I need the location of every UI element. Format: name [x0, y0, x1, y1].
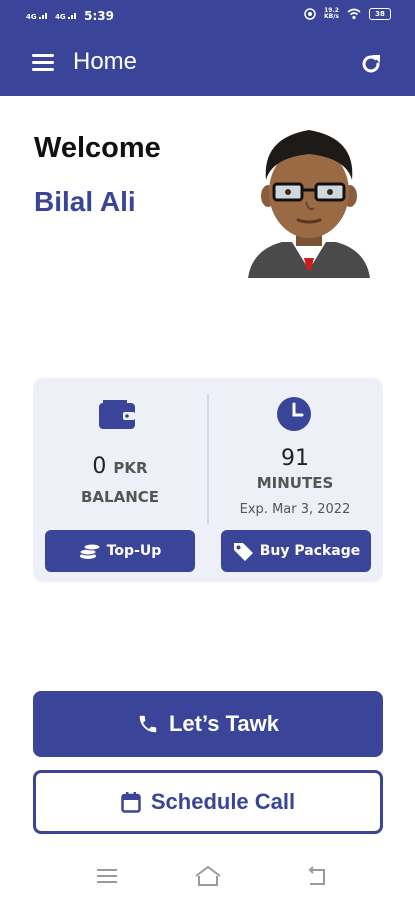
minutes-label: MINUTES: [256, 474, 334, 492]
tag-icon: [233, 543, 253, 561]
network-2-label: 4G: [55, 13, 66, 21]
network-1-label: 4G: [26, 13, 37, 21]
back-nav-icon[interactable]: [302, 864, 332, 888]
signal-1-icon: 4G: [26, 11, 49, 21]
clock-icon: [277, 397, 311, 431]
calendar-icon: [121, 792, 141, 813]
avatar: [248, 130, 370, 278]
user-name: Bilal Ali: [34, 186, 136, 217]
wallet-icon: [99, 400, 135, 429]
home-nav-icon[interactable]: [193, 864, 223, 888]
welcome-heading: Welcome: [34, 132, 161, 164]
wifi-icon: [347, 8, 361, 20]
balance-value: 0: [92, 454, 107, 479]
hamburger-menu-icon[interactable]: [32, 54, 54, 74]
recent-apps-icon[interactable]: [92, 864, 122, 888]
speed-unit: KB/s: [324, 13, 339, 20]
minutes-value: 91: [281, 446, 309, 471]
lets-tawk-label: Let’s Tawk: [168, 711, 280, 736]
lets-tawk-button[interactable]: Let’s Tawk: [33, 691, 383, 757]
app-bar: 4G 4G 5:39 19.2 KB/s 38 Home: [0, 0, 415, 96]
vpn-icon: [304, 8, 316, 20]
battery-icon: 38: [369, 8, 391, 20]
balance-unit: PKR: [113, 459, 148, 477]
top-up-label: Top-Up: [106, 543, 162, 559]
balance-label: BALANCE: [80, 488, 160, 506]
status-bar: 4G 4G 5:39 19.2 KB/s 38: [0, 0, 415, 34]
system-navigation-bar: [0, 856, 415, 896]
phone-icon: [139, 715, 157, 733]
network-speed: 19.2 KB/s: [324, 8, 339, 20]
top-up-button[interactable]: Top-Up: [45, 530, 195, 572]
buy-package-label: Buy Package: [259, 543, 361, 559]
coins-icon: [79, 543, 101, 559]
signal-2-icon: 4G: [55, 11, 78, 21]
buy-package-button[interactable]: Buy Package: [221, 530, 371, 572]
balance-amount: 0 PKR: [33, 454, 207, 479]
schedule-call-label: Schedule Call: [150, 789, 296, 814]
battery-level: 38: [375, 10, 385, 18]
page-title: Home: [73, 48, 138, 75]
clock: 5:39: [84, 9, 114, 23]
schedule-call-button[interactable]: Schedule Call: [33, 770, 383, 834]
refresh-icon[interactable]: [359, 52, 383, 76]
package-expiry: Exp. Mar 3, 2022: [239, 502, 351, 517]
